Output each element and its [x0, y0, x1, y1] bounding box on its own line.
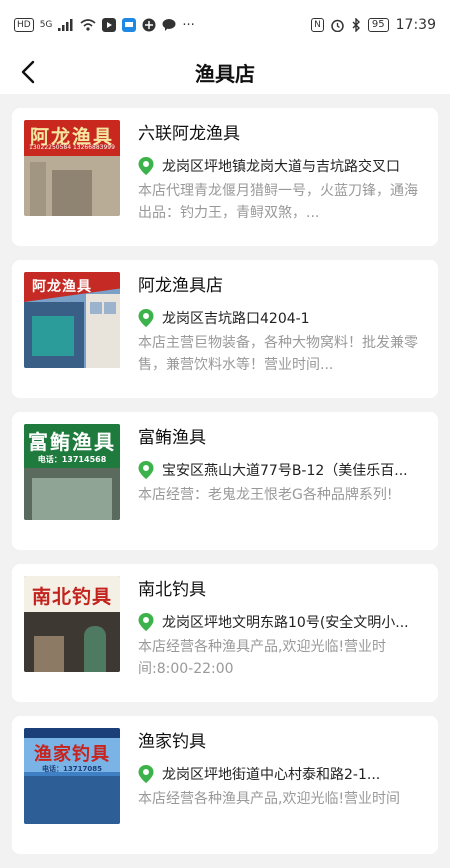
- location-pin-icon: [138, 613, 154, 631]
- address-row: 龙岗区坪地街道中心村泰和路2-1...: [138, 764, 426, 784]
- shop-photo: 渔家钓具 电话：13717085: [24, 728, 120, 824]
- status-left: HD 5G ···: [14, 18, 195, 33]
- shop-card[interactable]: 富鲔渔具 电话：13714568 富鲔渔具 宝安区燕山大道77号B-12（美佳乐…: [12, 412, 438, 550]
- battery-level: 95: [367, 18, 389, 32]
- shop-name: 六联阿龙渔具: [138, 124, 240, 144]
- app-bar: 渔具店: [0, 50, 450, 94]
- chat-app-icon: [162, 19, 176, 31]
- shop-description: 本店主营巨物装备，各种大物窝料！批发兼零售，兼营饮料水等！营业时间...: [138, 335, 418, 373]
- sign-lettering: 富鲔渔具: [28, 430, 116, 454]
- shop-photo: 富鲔渔具 电话：13714568: [24, 424, 120, 520]
- sign-phone: 13022250584 13266883999: [29, 144, 115, 151]
- shop-description: 本店经营各种渔具产品,欢迎光临!营业时间: [138, 791, 401, 807]
- shop-name: 渔家钓具: [138, 732, 206, 752]
- shop-info: 阿龙渔具店 龙岗区吉坑路口4204-1 本店主营巨物装备，各种大物窝料！批发兼零…: [138, 272, 426, 386]
- network-type-label: 5G: [39, 20, 53, 30]
- shop-card[interactable]: 南北钓具 南北钓具 龙岗区坪地文明东路10号(安全文明小... 本店经营各种渔具…: [12, 564, 438, 702]
- status-right: N 95 17:39: [311, 17, 436, 33]
- shop-photo: 阿龙渔具: [24, 272, 120, 368]
- location-pin-icon: [138, 461, 154, 479]
- sign-phone: 电话：13714568: [37, 455, 107, 464]
- message-app-icon: [122, 18, 137, 32]
- video-app-icon: [102, 18, 117, 32]
- more-notifications-label: ···: [182, 17, 195, 33]
- address-row: 龙岗区坪地镇龙岗大道与吉坑路交叉口: [138, 156, 426, 176]
- address-row: 宝安区燕山大道77号B-12（美佳乐百...: [138, 460, 426, 480]
- alarm-icon: [331, 19, 344, 32]
- shop-photo: 南北钓具: [24, 576, 120, 672]
- sign-lettering: 南北钓具: [31, 586, 112, 608]
- shop-card[interactable]: 阿龙渔具 阿龙渔具店 龙岗区吉坑路口4204-1 本店主营巨物装备，各种大物窝料…: [12, 260, 438, 398]
- shop-description: 本店经营：老鬼龙王恨老G各种品牌系列!: [138, 487, 393, 503]
- shop-address: 龙岗区坪地镇龙岗大道与吉坑路交叉口: [162, 159, 400, 175]
- chevron-left-icon: [21, 60, 35, 84]
- wifi-icon: [80, 19, 96, 31]
- page-title: 渔具店: [195, 61, 255, 86]
- location-pin-icon: [138, 765, 154, 783]
- shop-description: 本店代理青龙偃月猎鲟一号，火蓝刀锋，通海出品：钓力王，青鲟双煞，...: [138, 183, 418, 221]
- shop-name: 南北钓具: [138, 580, 206, 600]
- shop-info: 六联阿龙渔具 龙岗区坪地镇龙岗大道与吉坑路交叉口 本店代理青龙偃月猎鲟一号，火蓝…: [138, 120, 426, 234]
- back-button[interactable]: [12, 56, 44, 88]
- shop-info: 渔家钓具 龙岗区坪地街道中心村泰和路2-1... 本店经营各种渔具产品,欢迎光临…: [138, 728, 426, 842]
- shop-photo: 阿龙渔具 13022250584 13266883999: [24, 120, 120, 216]
- location-pin-icon: [138, 309, 154, 327]
- shop-name: 阿龙渔具店: [138, 276, 223, 296]
- shop-card[interactable]: 渔家钓具 电话：13717085 渔家钓具 龙岗区坪地街道中心村泰和路2-1..…: [12, 716, 438, 854]
- sign-phone: 电话：13717085: [42, 765, 102, 773]
- clock-time: 17:39: [395, 17, 436, 33]
- shop-address: 龙岗区坪地街道中心村泰和路2-1...: [162, 767, 381, 783]
- shop-name: 富鲔渔具: [138, 428, 206, 448]
- status-bar: HD 5G ··· N 95 17:39: [0, 0, 450, 50]
- sign-lettering: 阿龙渔具: [32, 279, 92, 295]
- shop-description: 本店经营各种渔具产品,欢迎光临!营业时间:8:00-22:00: [138, 639, 387, 677]
- shop-info: 南北钓具 龙岗区坪地文明东路10号(安全文明小... 本店经营各种渔具产品,欢迎…: [138, 576, 426, 690]
- shop-address: 龙岗区坪地文明东路10号(安全文明小...: [162, 615, 409, 631]
- address-row: 龙岗区吉坑路口4204-1: [138, 308, 426, 328]
- signal-icon: [58, 19, 73, 31]
- address-row: 龙岗区坪地文明东路10号(安全文明小...: [138, 612, 426, 632]
- shop-info: 富鲔渔具 宝安区燕山大道77号B-12（美佳乐百... 本店经营：老鬼龙王恨老G…: [138, 424, 426, 538]
- nfc-icon: N: [311, 18, 324, 32]
- browser-app-icon: [142, 18, 156, 32]
- shop-list: 阿龙渔具 13022250584 13266883999 六联阿龙渔具 龙岗区坪…: [12, 108, 438, 868]
- location-pin-icon: [138, 157, 154, 175]
- shop-address: 龙岗区吉坑路口4204-1: [162, 311, 310, 327]
- bluetooth-icon: [352, 18, 360, 32]
- shop-address: 宝安区燕山大道77号B-12（美佳乐百...: [162, 463, 408, 479]
- hd-badge: HD: [14, 18, 34, 32]
- sign-lettering: 渔家钓具: [34, 744, 110, 765]
- shop-card[interactable]: 阿龙渔具 13022250584 13266883999 六联阿龙渔具 龙岗区坪…: [12, 108, 438, 246]
